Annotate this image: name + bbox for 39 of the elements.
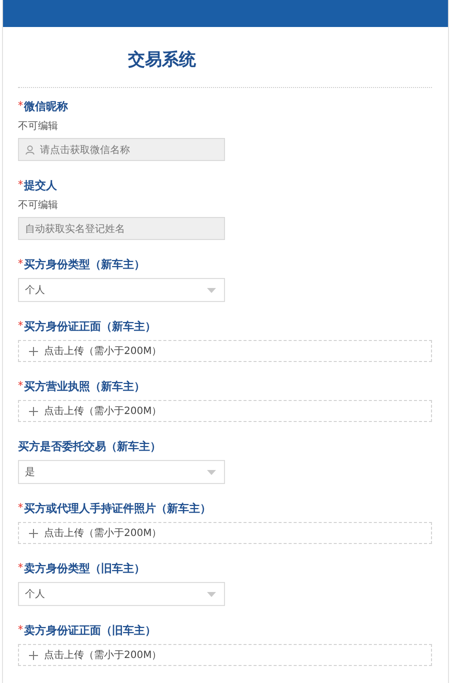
caret-icon <box>207 592 216 596</box>
field-label: 买方或代理人手持证件照片（新车主） <box>18 502 432 516</box>
field-label: 卖方身份证正面（旧车主） <box>18 624 432 638</box>
upload-field[interactable]: 点击上传（需小于200M） <box>18 644 432 666</box>
required-icon <box>18 625 23 630</box>
field-label: 微信昵称 <box>18 100 432 114</box>
select-field[interactable]: 个人 <box>18 278 225 302</box>
upload-field[interactable]: 点击上传（需小于200M） <box>18 522 432 544</box>
field-label: 卖方身份类型（旧车主） <box>18 562 432 576</box>
plus-icon <box>29 406 38 416</box>
placeholder-text: 请点击获取微信名称 <box>40 144 130 156</box>
text-field[interactable]: 自动获取实名登记姓名 <box>18 217 225 240</box>
required-icon <box>18 180 23 185</box>
required-icon <box>18 563 23 568</box>
field-hint: 不可编辑 <box>18 120 59 134</box>
field-label: 买方营业执照（新车主） <box>18 380 432 394</box>
select-field[interactable]: 个人 <box>18 582 225 606</box>
plus-icon <box>29 528 38 538</box>
caret-icon <box>207 470 216 474</box>
required-icon <box>18 321 23 326</box>
field-hint: 不可编辑 <box>18 199 59 213</box>
required-icon <box>18 381 23 386</box>
upload-field[interactable]: 点击上传（需小于200M） <box>18 400 432 422</box>
caret-icon <box>207 288 216 292</box>
plus-icon <box>29 346 38 356</box>
field-label: 买方是否委托交易（新车主） <box>18 440 162 454</box>
text-field[interactable]: 请点击获取微信名称 <box>18 138 225 161</box>
select-field[interactable]: 是 <box>18 460 225 484</box>
field-label: 买方身份类型（新车主） <box>18 258 432 272</box>
required-icon <box>18 101 23 106</box>
upload-field[interactable]: 点击上传（需小于200M） <box>18 340 432 362</box>
field-label: 提交人 <box>18 179 432 193</box>
placeholder-text: 自动获取实名登记姓名 <box>25 222 125 236</box>
required-icon <box>18 259 23 264</box>
plus-icon <box>29 650 38 660</box>
page-title: 交易系统 <box>128 48 196 70</box>
required-icon <box>18 503 23 508</box>
field-label: 买方身份证正面（新车主） <box>18 320 432 334</box>
user-icon <box>25 144 35 154</box>
